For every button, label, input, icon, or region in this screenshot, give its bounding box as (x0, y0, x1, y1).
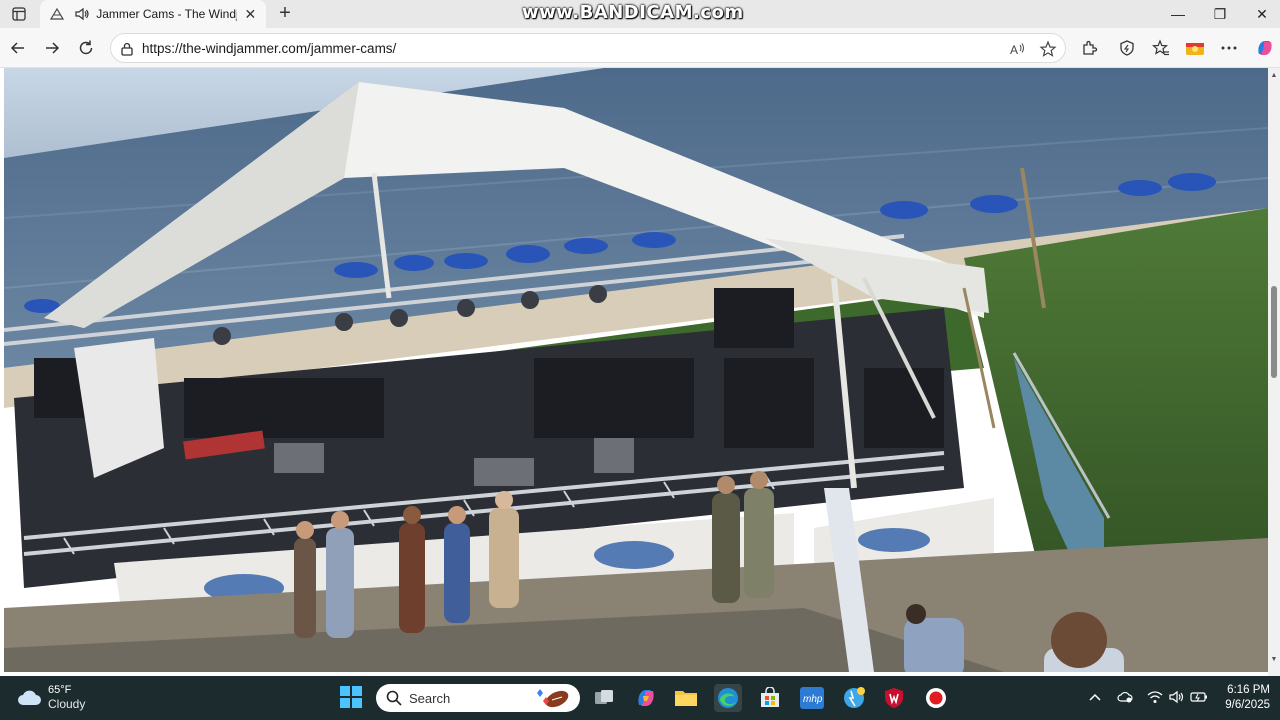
show-hidden-icons-chevron-up-icon[interactable] (1086, 688, 1104, 706)
volume-icon[interactable] (1168, 688, 1186, 706)
microsoft-store-button[interactable] (756, 684, 784, 712)
record-icon (926, 688, 946, 708)
search-placeholder: Search (409, 691, 451, 706)
search-icon (386, 690, 402, 706)
app-logo-icon: mhp (800, 687, 824, 709)
system-clock[interactable]: 6:16 PM 9/6/2025 (1214, 683, 1270, 713)
refresh-icon (79, 40, 93, 55)
copilot-taskbar-button[interactable] (632, 684, 660, 712)
weather-app-icon (844, 687, 865, 708)
clock-date: 9/6/2025 (1225, 699, 1270, 711)
pinned-app-button[interactable]: mhp (798, 684, 826, 712)
task-view-button[interactable] (590, 684, 618, 712)
weather-temp: 65°F (48, 684, 72, 696)
scrollbar-thumb[interactable] (1271, 286, 1277, 378)
back-arrow-icon (10, 42, 24, 54)
read-aloud-icon[interactable]: A (1009, 40, 1027, 58)
page-scrollbar[interactable]: ▲ ▼ (1268, 68, 1280, 676)
tab-title: Jammer Cams - The Windjammer (96, 7, 237, 21)
scroll-up-icon[interactable]: ▲ (1270, 72, 1278, 80)
active-tab[interactable]: Jammer Cams - The Windjammer ✕ (40, 0, 266, 28)
start-button[interactable] (340, 686, 362, 708)
extensions-icon[interactable] (1078, 37, 1100, 59)
tab-audio-icon[interactable] (73, 5, 90, 23)
football-highlight-icon (537, 689, 569, 708)
minimize-button[interactable]: — (1156, 0, 1200, 28)
refresh-button[interactable] (74, 36, 98, 60)
address-url: https://the-windjammer.com/jammer-cams/ (142, 41, 397, 56)
page-content (0, 68, 1268, 676)
lock-icon[interactable] (119, 41, 135, 57)
security-app-button[interactable] (880, 684, 908, 712)
tab-close-icon[interactable]: ✕ (243, 6, 258, 22)
site-favicon-icon (48, 5, 65, 23)
favorite-star-icon[interactable] (1039, 40, 1057, 58)
cloud-icon (18, 690, 41, 705)
browser-essentials-icon[interactable] (1116, 37, 1138, 59)
clock-time: 6:16 PM (1227, 684, 1270, 696)
browser-toolbar: https://the-windjammer.com/jammer-cams/ … (0, 28, 1280, 68)
close-window-button[interactable]: ✕ (1240, 0, 1280, 28)
svg-text:A: A (1010, 43, 1018, 57)
battery-icon[interactable] (1190, 688, 1208, 706)
windows-taskbar: 65°F Cloudy Search mhp 6:16 PM 9/6/2025 (0, 676, 1280, 720)
wifi-icon[interactable] (1146, 688, 1164, 706)
tab-actions-icon (12, 7, 26, 21)
copilot-app-icon (638, 690, 654, 706)
svg-text:mhp: mhp (803, 694, 823, 705)
tab-actions-button[interactable] (8, 4, 30, 24)
new-tab-button[interactable]: + (274, 3, 296, 25)
address-bar[interactable]: https://the-windjammer.com/jammer-cams/ … (110, 33, 1066, 63)
edge-browser-button[interactable] (714, 684, 742, 712)
folder-icon (675, 691, 697, 706)
favorites-icon[interactable] (1150, 37, 1172, 59)
shield-icon (885, 688, 903, 708)
forward-arrow-icon (46, 42, 60, 54)
weather-app-button[interactable] (840, 684, 868, 712)
title-bar: Jammer Cams - The Windjammer ✕ + www.BAN… (0, 0, 1280, 28)
copilot-icon[interactable] (1254, 37, 1276, 59)
webcam-image[interactable] (4, 68, 1268, 672)
windows-logo-icon (340, 686, 362, 708)
cloud-sync-icon[interactable] (1116, 688, 1134, 706)
taskbar-search[interactable]: Search (376, 684, 580, 712)
maximize-button[interactable]: ❐ (1198, 0, 1242, 28)
weather-condition: Cloudy (48, 697, 86, 711)
edge-icon (718, 688, 738, 708)
rewards-icon[interactable] (1184, 37, 1206, 59)
task-view-icon (595, 690, 613, 704)
back-button[interactable] (6, 36, 30, 60)
store-icon (761, 687, 779, 707)
bandicam-recorder-button[interactable] (922, 684, 950, 712)
recording-watermark: www.BANDICAM.com (522, 2, 744, 23)
weather-widget[interactable]: 65°F Cloudy (16, 683, 85, 712)
settings-more-icon[interactable] (1218, 37, 1240, 59)
file-explorer-button[interactable] (672, 684, 700, 712)
forward-button[interactable] (40, 36, 64, 60)
scroll-down-icon[interactable]: ▼ (1270, 656, 1278, 664)
